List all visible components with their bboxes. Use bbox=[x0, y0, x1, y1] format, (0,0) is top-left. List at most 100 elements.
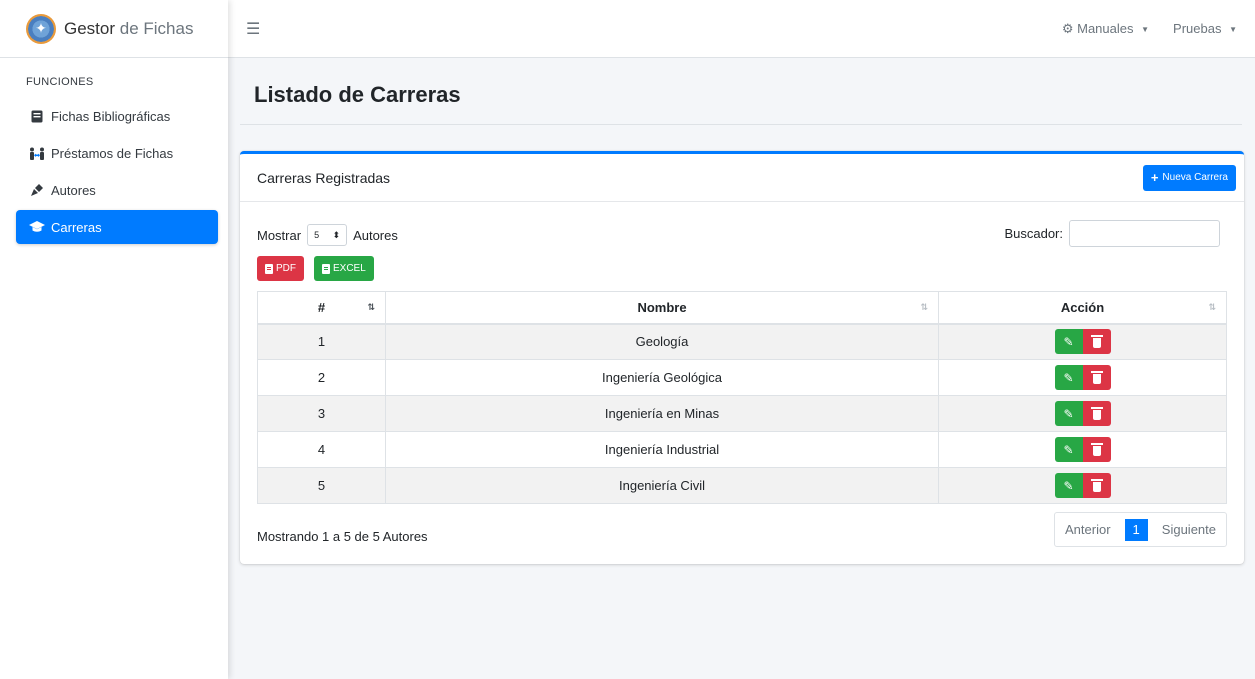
search-label: Buscador: bbox=[1004, 226, 1063, 241]
file-pdf-icon bbox=[265, 263, 273, 274]
table-row: 1 Geología ✎ bbox=[257, 323, 1227, 360]
delete-button[interactable] bbox=[1082, 401, 1111, 426]
sidebar-item-label: Autores bbox=[51, 182, 96, 198]
row-name: Ingeniería Geológica bbox=[385, 359, 939, 396]
length-suffix: Autores bbox=[353, 227, 398, 243]
column-label: Nombre bbox=[637, 299, 687, 315]
plus-icon: + bbox=[1150, 170, 1159, 185]
brand-logo-icon: ✦ bbox=[26, 13, 56, 44]
caret-down-icon: ▼ bbox=[1141, 24, 1150, 34]
length-value: 5 bbox=[314, 230, 320, 240]
edit-button[interactable]: ✎ bbox=[1054, 365, 1083, 390]
select-arrows-icon: ⬍ bbox=[332, 229, 341, 240]
sort-icon: ⇅ bbox=[1208, 302, 1216, 312]
pagination: Anterior 1 Siguiente bbox=[1054, 512, 1227, 547]
row-actions: ✎ bbox=[938, 323, 1227, 360]
row-number: 2 bbox=[257, 359, 386, 396]
length-select[interactable]: 5 ⬍ bbox=[307, 224, 348, 246]
edit-button[interactable]: ✎ bbox=[1054, 329, 1083, 355]
cogs-icon: ⚙ bbox=[1061, 20, 1074, 36]
table-controls: Mostrar 5 ⬍ Autores Buscador: PDF EXCEL bbox=[257, 220, 1227, 281]
brand-name-bold: Gestor bbox=[64, 18, 116, 38]
row-name: Ingeniería Industrial bbox=[385, 431, 939, 468]
delete-button[interactable] bbox=[1082, 437, 1111, 462]
trash-icon bbox=[1090, 334, 1103, 348]
export-excel-label: EXCEL bbox=[333, 263, 366, 274]
sidebar-item-fichas[interactable]: Fichas Bibliográficas bbox=[16, 99, 218, 133]
export-pdf-button[interactable]: PDF bbox=[257, 256, 304, 281]
manuals-label: Manuales bbox=[1077, 20, 1134, 36]
delete-button[interactable] bbox=[1082, 329, 1111, 355]
column-header-name[interactable]: Nombre ⇅ bbox=[385, 291, 939, 325]
delete-button[interactable] bbox=[1082, 365, 1111, 390]
row-number: 5 bbox=[257, 467, 386, 504]
file-excel-icon bbox=[322, 263, 330, 274]
export-pdf-label: PDF bbox=[276, 263, 296, 274]
sidebar-item-prestamos[interactable]: Préstamos de Fichas bbox=[16, 136, 218, 170]
trash-icon bbox=[1090, 478, 1103, 492]
brand-name: Gestor de Fichas bbox=[64, 19, 193, 39]
row-name: Ingeniería Civil bbox=[385, 467, 939, 504]
trash-icon bbox=[1090, 370, 1103, 384]
content: Listado de Carreras Carreras Registradas… bbox=[228, 58, 1255, 679]
brand-link[interactable]: ✦ Gestor de Fichas bbox=[0, 0, 228, 58]
column-label: # bbox=[317, 299, 326, 315]
pencil-icon: ✎ bbox=[1063, 442, 1074, 457]
row-number: 3 bbox=[257, 395, 386, 432]
people-arrows-icon bbox=[28, 147, 46, 160]
column-label: Acción bbox=[1060, 299, 1105, 315]
table-info: Mostrando 1 a 5 de 5 Autores bbox=[257, 529, 428, 544]
row-number: 1 bbox=[257, 323, 386, 360]
pencil-icon: ✎ bbox=[1063, 406, 1074, 421]
new-career-button[interactable]: + Nueva Carrera bbox=[1142, 164, 1236, 191]
row-actions: ✎ bbox=[938, 467, 1227, 504]
row-name: Ingeniería en Minas bbox=[385, 395, 939, 432]
pencil-icon: ✎ bbox=[1063, 334, 1074, 349]
sidebar-item-autores[interactable]: Autores bbox=[16, 173, 218, 207]
page-length: Mostrar 5 ⬍ Autores bbox=[257, 224, 398, 246]
column-header-number[interactable]: # ⇅ bbox=[257, 291, 386, 325]
manuals-dropdown[interactable]: ⚙ Manuales ▼ bbox=[1062, 21, 1149, 37]
caret-down-icon: ▼ bbox=[1229, 25, 1237, 35]
table-row: 3 Ingeniería en Minas ✎ bbox=[257, 395, 1227, 432]
user-dropdown[interactable]: Pruebas ▼ bbox=[1173, 21, 1237, 36]
nav-header: FUNCIONES bbox=[26, 76, 94, 88]
pagination-previous[interactable]: Anterior bbox=[1055, 513, 1121, 546]
table-row: 2 Ingeniería Geológica ✎ bbox=[257, 359, 1227, 396]
pencil-icon: ✎ bbox=[1063, 370, 1074, 385]
edit-button[interactable]: ✎ bbox=[1054, 401, 1083, 426]
trash-icon bbox=[1090, 442, 1103, 456]
row-actions: ✎ bbox=[938, 359, 1227, 396]
export-excel-button[interactable]: EXCEL bbox=[314, 256, 374, 281]
pencil-icon: ✎ bbox=[1063, 478, 1074, 493]
edit-button[interactable]: ✎ bbox=[1054, 473, 1083, 498]
title-divider bbox=[240, 124, 1242, 125]
sort-asc-icon: ⇅ bbox=[367, 302, 375, 312]
length-prefix: Mostrar bbox=[257, 227, 302, 243]
brand-name-light: de Fichas bbox=[119, 18, 194, 38]
trash-icon bbox=[1090, 406, 1103, 420]
sidebar-item-label: Carreras bbox=[51, 219, 102, 235]
edit-button[interactable]: ✎ bbox=[1054, 437, 1083, 462]
export-buttons: PDF EXCEL bbox=[257, 256, 374, 281]
graduation-cap-icon bbox=[28, 221, 46, 233]
pen-nib-icon bbox=[28, 183, 46, 197]
pagination-next[interactable]: Siguiente bbox=[1152, 513, 1226, 546]
sidebar-item-carreras[interactable]: Carreras bbox=[16, 210, 218, 244]
column-header-action[interactable]: Acción ⇅ bbox=[938, 291, 1227, 325]
menu-toggle-icon[interactable]: ☰ bbox=[246, 19, 260, 39]
delete-button[interactable] bbox=[1082, 473, 1111, 498]
table-row: 4 Ingeniería Industrial ✎ bbox=[257, 431, 1227, 468]
pagination-page-1[interactable]: 1 bbox=[1124, 518, 1148, 541]
card-header: Carreras Registradas + Nueva Carrera bbox=[240, 154, 1244, 202]
book-icon bbox=[28, 110, 46, 123]
search-input[interactable] bbox=[1069, 220, 1220, 247]
row-number: 4 bbox=[257, 431, 386, 468]
table-header-row: # ⇅ Nombre ⇅ Acción ⇅ bbox=[257, 291, 1227, 325]
careers-table: # ⇅ Nombre ⇅ Acción ⇅ 1 Geología ✎ 2 Ing… bbox=[257, 291, 1227, 504]
topbar-right: ⚙ Manuales ▼ Pruebas ▼ bbox=[1062, 21, 1237, 37]
user-label: Pruebas bbox=[1173, 21, 1222, 36]
row-actions: ✎ bbox=[938, 431, 1227, 468]
new-career-label: Nueva Carrera bbox=[1162, 172, 1228, 183]
sort-icon: ⇅ bbox=[920, 302, 928, 312]
